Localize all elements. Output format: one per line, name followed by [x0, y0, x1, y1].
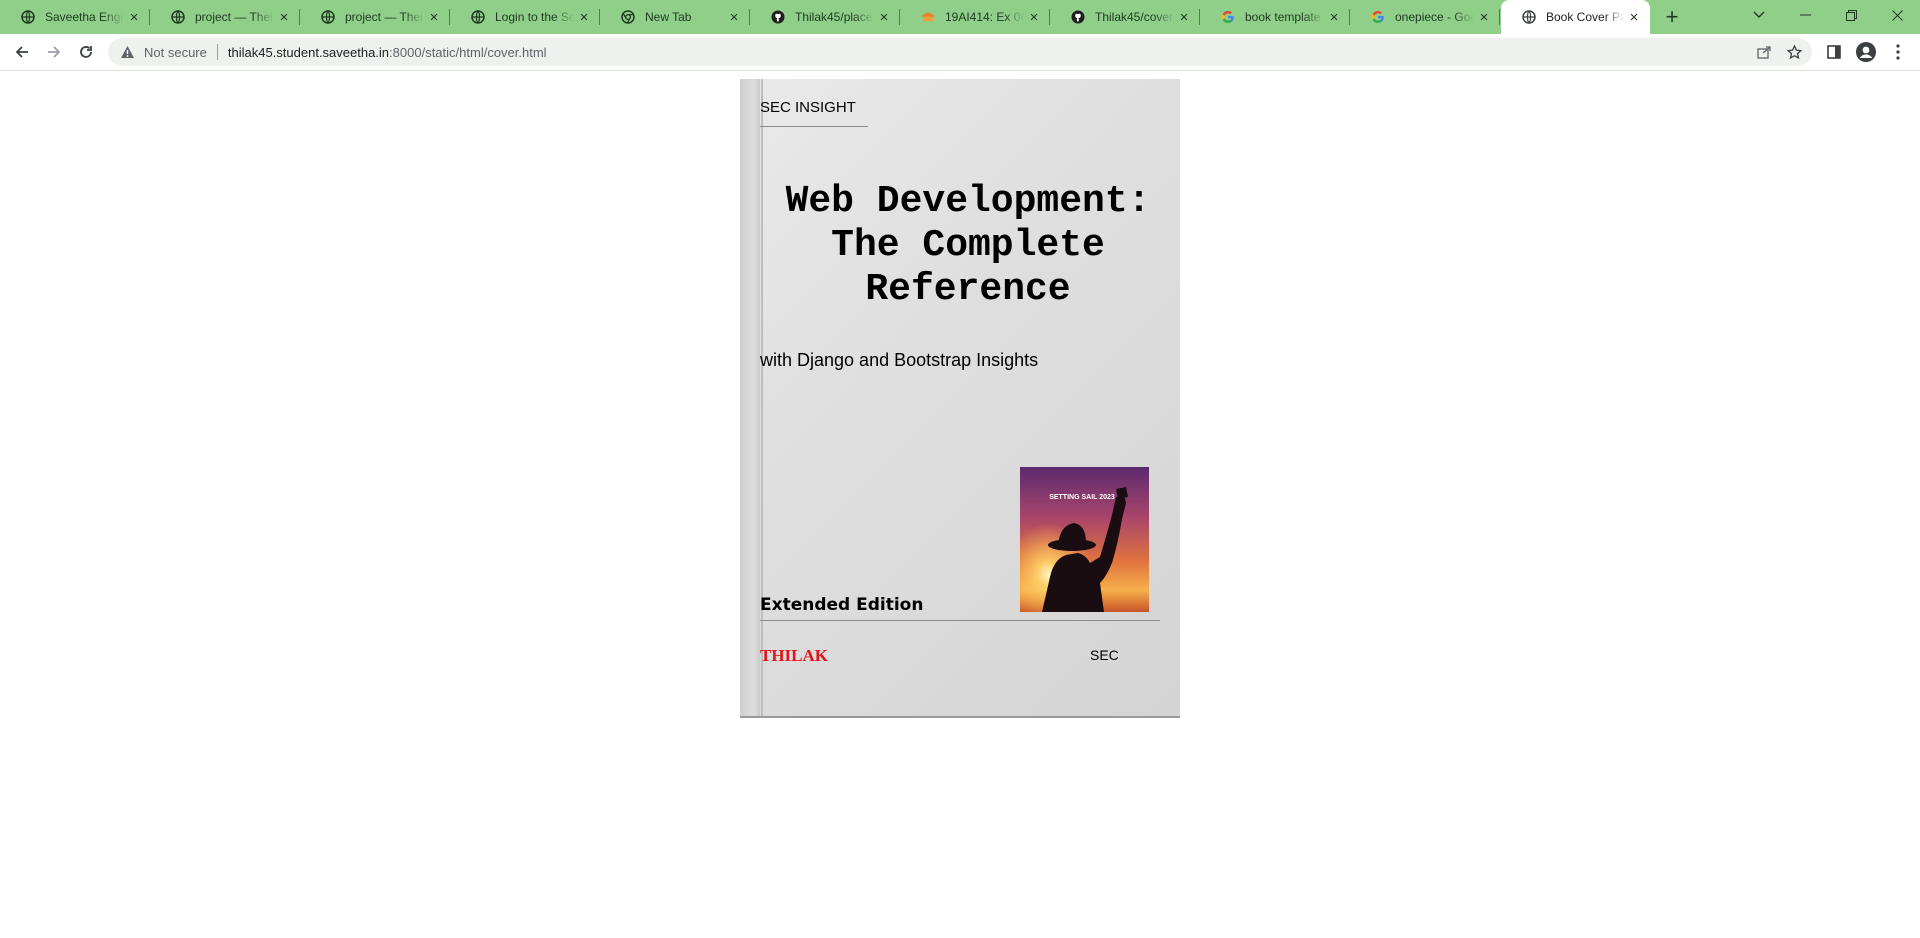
tab-book-cover-page[interactable]: Book Cover Pag ×: [1501, 0, 1650, 34]
tab-new-tab[interactable]: New Tab ×: [600, 0, 750, 34]
restore-button[interactable]: [1828, 0, 1874, 30]
tab-github-places[interactable]: Thilak45/places ×: [750, 0, 900, 34]
tab-project-theia-2[interactable]: project — Theia ×: [300, 0, 450, 34]
chrome-icon: [620, 9, 636, 25]
close-icon[interactable]: ×: [726, 9, 742, 26]
tab-github-cover[interactable]: Thilak45/cover- ×: [1050, 0, 1200, 34]
book-title-line-3: Reference: [865, 268, 1071, 311]
close-icon[interactable]: ×: [1026, 9, 1042, 26]
tab-title: project — Theia: [345, 10, 424, 24]
tab-title: New Tab: [645, 10, 692, 24]
browser-toolbar: Not secure thilak45.student.saveetha.in:…: [0, 34, 1920, 71]
tab-title: Thilak45/places: [795, 10, 874, 24]
google-icon: [1370, 9, 1386, 25]
warning-icon[interactable]: [120, 44, 136, 60]
minimize-button[interactable]: [1782, 0, 1828, 30]
close-icon[interactable]: ×: [876, 9, 892, 26]
tab-book-template[interactable]: book template ×: [1200, 0, 1350, 34]
tab-title: Thilak45/cover-: [1095, 10, 1174, 24]
tab-saveetha-engineering[interactable]: Saveetha Engine ×: [0, 0, 150, 34]
globe-icon: [20, 9, 36, 25]
url-path: :8000/static/html/cover.html: [389, 44, 547, 60]
address-divider: [216, 44, 218, 60]
close-icon[interactable]: ×: [1326, 9, 1342, 26]
tab-title: onepiece - Goo: [1395, 10, 1474, 24]
cover-image: SETTING SAIL 2023: [1020, 467, 1149, 612]
book-title: Web Development: The Complete Reference: [766, 180, 1170, 312]
cover-image-caption: SETTING SAIL 2023: [1049, 494, 1115, 501]
globe-icon: [1521, 9, 1537, 25]
book-cover: SEC INSIGHT Web Development: The Complet…: [740, 79, 1180, 718]
publisher-label: SEC INSIGHT: [760, 99, 868, 127]
forward-button[interactable]: [40, 38, 68, 66]
menu-kebab-icon[interactable]: [1888, 42, 1908, 62]
tab-19ai414-ex06[interactable]: 19AI414: Ex 06: ×: [900, 0, 1050, 34]
close-icon[interactable]: ×: [1176, 9, 1192, 26]
close-icon[interactable]: ×: [126, 9, 142, 26]
url-host: thilak45.student.saveetha.in: [227, 44, 390, 60]
globe-icon: [170, 9, 186, 25]
tab-strip: Saveetha Engine × project — Theia × proj…: [0, 0, 1920, 34]
close-icon[interactable]: ×: [576, 9, 592, 26]
tab-title: Book Cover Pag: [1546, 10, 1624, 24]
address-bar[interactable]: Not secure thilak45.student.saveetha.in:…: [108, 38, 1812, 66]
side-panel-icon[interactable]: [1824, 42, 1844, 62]
github-icon: [770, 9, 786, 25]
book-title-line-2: The Complete: [831, 224, 1105, 267]
close-icon[interactable]: ×: [1626, 9, 1642, 26]
tab-title: 19AI414: Ex 06:: [945, 10, 1024, 24]
moodle-icon: [920, 9, 936, 25]
tab-title: project — Theia: [195, 10, 274, 24]
google-icon: [1220, 9, 1236, 25]
globe-icon: [320, 9, 336, 25]
tab-separator: [1499, 9, 1500, 25]
author-name: THILAK: [760, 646, 829, 665]
not-secure-label[interactable]: Not secure: [144, 45, 207, 60]
close-icon[interactable]: ×: [1476, 9, 1492, 26]
tab-login[interactable]: Login to the Ser ×: [450, 0, 600, 34]
cover-spine: [740, 79, 760, 716]
book-title-line-1: Web Development:: [785, 180, 1151, 223]
tab-search-chevron-icon[interactable]: [1736, 0, 1782, 30]
github-icon: [1070, 9, 1086, 25]
bookmark-star-icon[interactable]: [1786, 44, 1802, 60]
close-icon[interactable]: ×: [276, 9, 292, 26]
reload-button[interactable]: [72, 38, 100, 66]
tab-title: Saveetha Engine: [45, 10, 124, 24]
footer-divider: [760, 620, 1160, 621]
close-window-button[interactable]: [1874, 0, 1920, 30]
book-subtitle: with Django and Bootstrap Insights: [760, 350, 1039, 370]
globe-icon: [470, 9, 486, 25]
tab-title: Login to the Ser: [495, 10, 574, 24]
close-icon[interactable]: ×: [426, 9, 442, 26]
share-icon[interactable]: [1756, 44, 1772, 60]
edition-label: Extended Edition: [760, 595, 924, 615]
imprint-label: SEC: [1090, 647, 1119, 663]
back-button[interactable]: [8, 38, 36, 66]
profile-avatar-icon[interactable]: [1856, 42, 1876, 62]
tab-title: book template: [1245, 10, 1321, 24]
tab-onepiece-google[interactable]: onepiece - Goo ×: [1350, 0, 1500, 34]
tab-project-theia-1[interactable]: project — Theia ×: [150, 0, 300, 34]
new-tab-button[interactable]: +: [1660, 5, 1684, 29]
